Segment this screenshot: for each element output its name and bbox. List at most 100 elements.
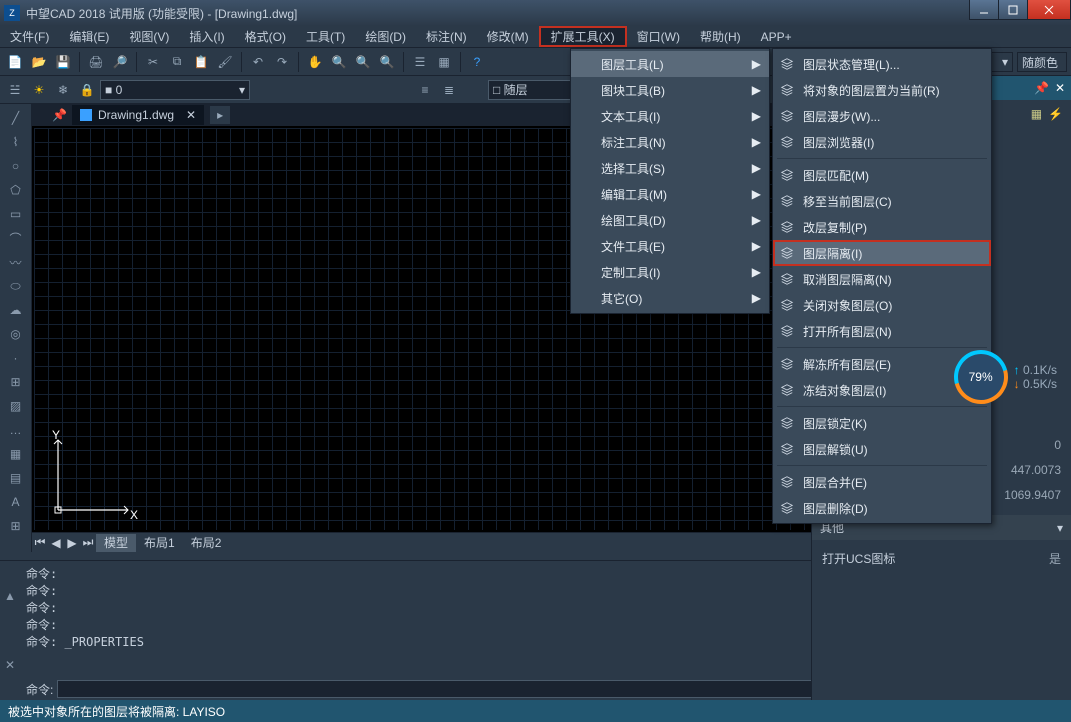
submenu-item[interactable]: 标注工具(N)▶ — [571, 129, 769, 155]
layer-submenu-item[interactable]: 图层合并(E) — [773, 469, 991, 495]
properties-icon[interactable]: ☰ — [409, 51, 431, 73]
submenu-item[interactable]: 图块工具(B)▶ — [571, 77, 769, 103]
select-objects-icon[interactable]: ⚡ — [1048, 107, 1063, 121]
menu-app[interactable]: APP+ — [751, 26, 802, 47]
layout-tab-1[interactable]: 布局1 — [136, 534, 183, 552]
hatch-icon[interactable]: ▨ — [6, 396, 26, 416]
new-tab-button[interactable]: ▸ — [210, 106, 230, 124]
menu-modify[interactable]: 修改(M) — [477, 26, 539, 47]
submenu-item[interactable]: 文本工具(I)▶ — [571, 103, 769, 129]
layer-state-icon[interactable]: ☀ — [28, 79, 50, 101]
layer-submenu-item[interactable]: 图层锁定(K) — [773, 410, 991, 436]
quick-select-icon[interactable]: ▦ — [1031, 107, 1042, 121]
paste-icon[interactable]: 📋 — [190, 51, 212, 73]
preview-icon[interactable]: 🔎 — [109, 51, 131, 73]
submenu-item[interactable]: 编辑工具(M)▶ — [571, 181, 769, 207]
layer-submenu-item[interactable]: 图层漫步(W)... — [773, 103, 991, 129]
submenu-item[interactable]: 绘图工具(D)▶ — [571, 207, 769, 233]
submenu-item[interactable]: 选择工具(S)▶ — [571, 155, 769, 181]
polyline-icon[interactable]: ⌇ — [6, 132, 26, 152]
layer-submenu-item[interactable]: 取消图层隔离(N) — [773, 266, 991, 292]
layer-lock-icon[interactable]: 🔒 — [76, 79, 98, 101]
copy-icon[interactable]: ⧉ — [166, 51, 188, 73]
circle-icon[interactable]: ○ — [6, 156, 26, 176]
layer-submenu-item[interactable]: 图层状态管理(L)... — [773, 51, 991, 77]
tab-close-icon[interactable]: ✕ — [186, 108, 196, 122]
menu-draw[interactable]: 绘图(D) — [355, 26, 416, 47]
menu-file[interactable]: 文件(F) — [0, 26, 59, 47]
revcloud-icon[interactable]: ☁ — [6, 300, 26, 320]
line-icon[interactable]: ╱ — [6, 108, 26, 128]
point-icon[interactable]: · — [6, 348, 26, 368]
redo-icon[interactable]: ↷ — [271, 51, 293, 73]
tab-last-icon[interactable]: ⏭ — [80, 535, 96, 551]
cut-icon[interactable]: ✂ — [142, 51, 164, 73]
ellipse-icon[interactable]: ⬭ — [6, 276, 26, 296]
menu-insert[interactable]: 插入(I) — [179, 26, 234, 47]
prop-height-value[interactable]: 447.0073 — [1011, 463, 1061, 480]
layer-submenu-item[interactable]: 关闭对象图层(O) — [773, 292, 991, 318]
layer-selector[interactable]: ■ 0▾ — [100, 80, 250, 100]
menu-dimension[interactable]: 标注(N) — [416, 26, 477, 47]
prop-center-z-value[interactable]: 0 — [1054, 438, 1061, 455]
table-icon[interactable]: ▤ — [6, 468, 26, 488]
layer-submenu-item[interactable]: 打开所有图层(N) — [773, 318, 991, 344]
menu-help[interactable]: 帮助(H) — [690, 26, 751, 47]
bycolor-combo[interactable]: 随颜色 — [1017, 52, 1067, 72]
panel-close-icon[interactable]: ✕ — [1055, 81, 1065, 95]
tab-prev-icon[interactable]: ◀ — [48, 535, 64, 551]
minimize-button[interactable] — [969, 0, 999, 20]
command-handle[interactable]: ▲✕ — [0, 561, 20, 700]
new-icon[interactable]: 📄 — [4, 51, 26, 73]
tab-first-icon[interactable]: ⏮ — [32, 535, 48, 551]
layer-submenu-item[interactable]: 图层匹配(M) — [773, 162, 991, 188]
open-icon[interactable]: 📂 — [28, 51, 50, 73]
designcenter-icon[interactable]: ▦ — [433, 51, 455, 73]
layer-freeze-icon[interactable]: ❄ — [52, 79, 74, 101]
layer-manager-icon[interactable]: ☱ — [4, 79, 26, 101]
submenu-item[interactable]: 文件工具(E)▶ — [571, 233, 769, 259]
grid-tool-icon[interactable]: ⊞ — [6, 516, 26, 536]
menu-tools[interactable]: 工具(T) — [296, 26, 355, 47]
submenu-item[interactable]: 定制工具(I)▶ — [571, 259, 769, 285]
layer-submenu-item[interactable]: 图层删除(D) — [773, 495, 991, 521]
print-icon[interactable]: 🖨 — [85, 51, 107, 73]
polygon-icon[interactable]: ⬠ — [6, 180, 26, 200]
text-icon[interactable]: … — [6, 420, 26, 440]
spline-icon[interactable]: 〰 — [6, 252, 26, 272]
zoom-realtime-icon[interactable]: 🔍 — [328, 51, 350, 73]
zoom-window-icon[interactable]: 🔍 — [352, 51, 374, 73]
submenu-item[interactable]: 图层工具(L)▶ — [571, 51, 769, 77]
layer-submenu-item[interactable]: 图层解锁(U) — [773, 436, 991, 462]
arc-icon[interactable]: ⌒ — [6, 228, 26, 248]
linetype-icon[interactable]: ≡ — [414, 79, 436, 101]
menu-express-tools[interactable]: 扩展工具(X) — [539, 26, 627, 47]
layout-tab-2[interactable]: 布局2 — [183, 534, 230, 552]
help-icon[interactable]: ? — [466, 51, 488, 73]
layer-submenu-item[interactable]: 图层隔离(I) — [773, 240, 991, 266]
menu-format[interactable]: 格式(O) — [235, 26, 296, 47]
save-icon[interactable]: 💾 — [52, 51, 74, 73]
donut-icon[interactable]: ◎ — [6, 324, 26, 344]
tab-pin-icon[interactable]: 📌 — [52, 108, 72, 122]
submenu-item[interactable]: 其它(O)▶ — [571, 285, 769, 311]
block-icon[interactable]: ⊞ — [6, 372, 26, 392]
match-icon[interactable]: 🖌 — [214, 51, 236, 73]
undo-icon[interactable]: ↶ — [247, 51, 269, 73]
pan-icon[interactable]: ✋ — [304, 51, 326, 73]
layer-submenu-item[interactable]: 改层复制(P) — [773, 214, 991, 240]
layout-tab-model[interactable]: 模型 — [96, 534, 136, 552]
document-tab[interactable]: Drawing1.dwg ✕ — [72, 105, 204, 125]
prop-width-value[interactable]: 1069.9407 — [1004, 488, 1061, 505]
prop-ucs-value[interactable]: 是 — [1049, 550, 1061, 567]
zoom-prev-icon[interactable]: 🔍 — [376, 51, 398, 73]
layer-submenu-item[interactable]: 移至当前图层(C) — [773, 188, 991, 214]
layer-submenu-item[interactable]: 将对象的图层置为当前(R) — [773, 77, 991, 103]
close-button[interactable] — [1027, 0, 1071, 20]
tab-next-icon[interactable]: ▶ — [64, 535, 80, 551]
menu-window[interactable]: 窗口(W) — [627, 26, 690, 47]
mtext-icon[interactable]: A — [6, 492, 26, 512]
region-icon[interactable]: ▦ — [6, 444, 26, 464]
layer-submenu-item[interactable]: 图层浏览器(I) — [773, 129, 991, 155]
menu-edit[interactable]: 编辑(E) — [59, 26, 119, 47]
